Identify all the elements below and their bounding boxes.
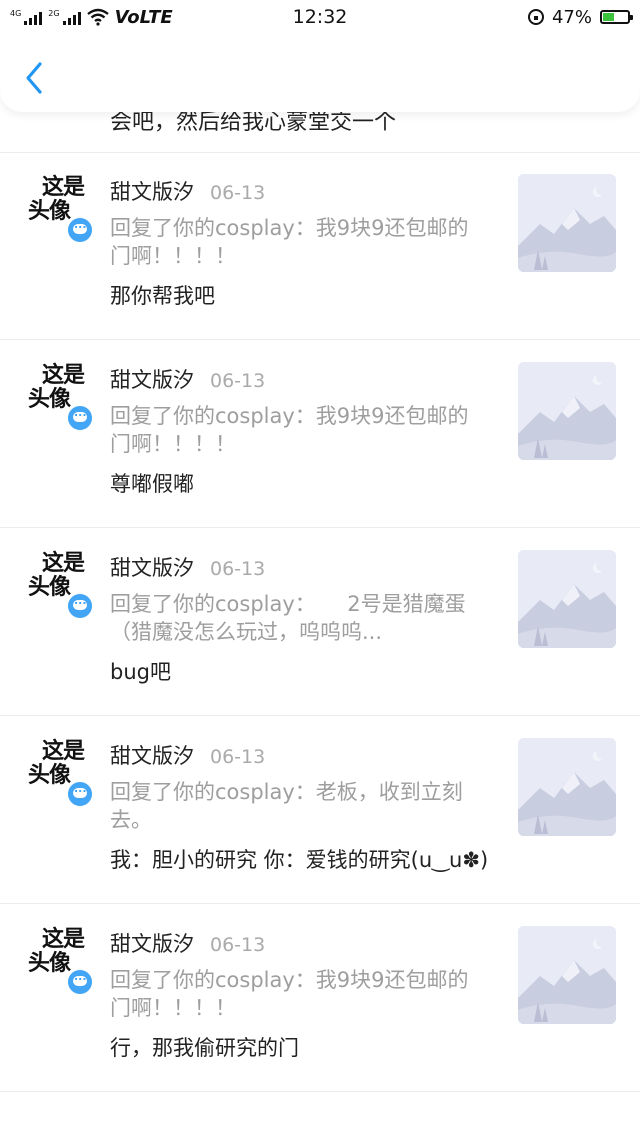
item-date: 06-13 [210, 182, 266, 204]
avatar-line-1: 这是 [42, 927, 85, 952]
signal-icon-2: 2G [48, 9, 81, 25]
user-name[interactable]: 甜文版汐 [110, 364, 194, 394]
item-meta: 甜文版汐 06-13 [110, 552, 265, 582]
quoted-comment: 回复了你的cosplay：老板，收到立刻去。 [110, 780, 463, 832]
chevron-left-icon[interactable] [20, 58, 50, 98]
avatar[interactable]: 这是 头像 [22, 176, 94, 248]
avatar-line-1: 这是 [42, 363, 85, 388]
chat-bubble-icon [66, 780, 94, 808]
battery-icon [600, 10, 633, 24]
clock: 12:32 [292, 6, 348, 28]
list-item[interactable]: 这是 头像 甜文版汐 06-13 回复了你的cosplay：我9块9还包邮的门啊… [0, 152, 640, 340]
reply-text: 行，那我偷研究的门 [110, 1036, 299, 1060]
user-name[interactable]: 甜文版汐 [110, 928, 194, 958]
avatar[interactable]: 这是 头像 [22, 364, 94, 436]
reply-text: 我：胆小的研究 你：爱钱的研究(u‿u✽) [110, 848, 489, 872]
reply-text: bug吧 [110, 660, 171, 684]
top-app-bar [0, 34, 640, 112]
chat-bubble-icon [66, 404, 94, 432]
quoted-comment: 回复了你的cosplay：我9块9还包邮的门啊！！！！ [110, 216, 469, 268]
list-item[interactable]: 这是 头像 甜文版汐 06-13 回复了你的cosplay：我9块9还包邮的门啊… [0, 340, 640, 528]
volte-label: VoLTE [114, 6, 173, 28]
mountain-placeholder-icon[interactable] [518, 738, 616, 836]
signal-2-label: 2G [48, 9, 60, 18]
status-left: 4G 2G VoLTE [10, 7, 173, 28]
user-name[interactable]: 甜文版汐 [110, 740, 194, 770]
battery-fill [603, 13, 614, 21]
reply-text: 尊嘟假嘟 [110, 472, 194, 496]
item-date: 06-13 [210, 370, 266, 392]
item-meta: 甜文版汐 06-13 [110, 364, 265, 394]
avatar-line-1: 这是 [42, 175, 85, 200]
mountain-placeholder-icon[interactable] [518, 926, 616, 1024]
signal-1-label: 4G [10, 9, 22, 18]
list-item[interactable]: 这是 头像 甜文版汐 06-13 回复了你的cosplay：我9块9还包邮的门啊… [0, 904, 640, 1092]
battery-percent: 47% [551, 6, 592, 28]
quoted-comment: 回复了你的cosplay：我9块9还包邮的门啊！！！！ [110, 968, 469, 1020]
item-date: 06-13 [210, 934, 266, 956]
mountain-placeholder-icon[interactable] [518, 550, 616, 648]
avatar[interactable]: 这是 头像 [22, 928, 94, 1000]
wifi-icon [86, 8, 109, 26]
chat-bubble-icon [66, 968, 94, 996]
item-meta: 甜文版汐 06-13 [110, 740, 265, 770]
user-name[interactable]: 甜文版汐 [110, 552, 194, 582]
avatar[interactable]: 这是 头像 [22, 552, 94, 624]
list-item[interactable]: 这是 头像 甜文版汐 06-13 回复了你的cosplay：老板，收到立刻去。 … [0, 716, 640, 904]
item-date: 06-13 [210, 558, 266, 580]
item-date: 06-13 [210, 746, 266, 768]
signal-icon-1: 4G [10, 9, 43, 25]
mountain-placeholder-icon[interactable] [518, 362, 616, 460]
avatar-line-1: 这是 [42, 551, 85, 576]
avatar[interactable]: 这是 头像 [22, 740, 94, 812]
avatar-line-1: 这是 [42, 739, 85, 764]
quoted-comment: 回复了你的cosplay：我9块9还包邮的门啊！！！！ [110, 404, 469, 456]
user-name[interactable]: 甜文版汐 [110, 176, 194, 206]
mountain-placeholder-icon[interactable] [518, 174, 616, 272]
chat-bubble-icon [66, 216, 94, 244]
status-right: 47% [527, 6, 633, 28]
list-item[interactable]: 这是 头像 甜文版汐 06-13 回复了你的cosplay： 2号是猎魔蛋（猎魔… [0, 528, 640, 716]
rotation-lock-icon [527, 9, 544, 25]
reply-text: 那你帮我吧 [110, 284, 215, 308]
item-meta: 甜文版汐 06-13 [110, 176, 265, 206]
item-meta: 甜文版汐 06-13 [110, 928, 265, 958]
chat-bubble-icon [66, 592, 94, 620]
quoted-comment: 回复了你的cosplay： 2号是猎魔蛋（猎魔没怎么玩过，呜呜呜... [110, 592, 466, 644]
notification-list: 这是 头像 甜文版汐 06-13 回复了你的cosplay：我9块9还包邮的门啊… [0, 152, 640, 1092]
status-bar: 4G 2G VoLTE 12:32 47% [0, 0, 640, 34]
